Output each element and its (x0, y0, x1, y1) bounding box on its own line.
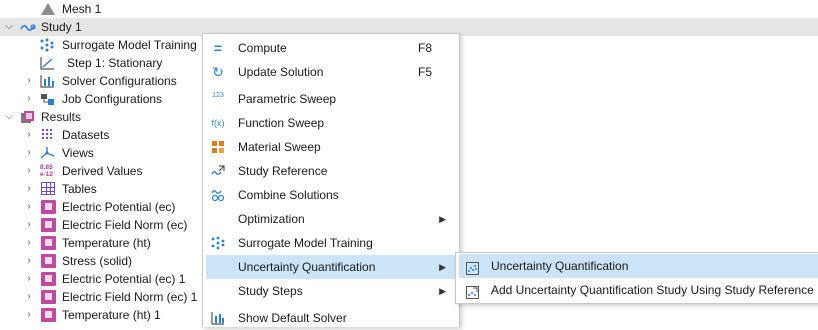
chevron-right-icon[interactable]: › (24, 198, 34, 216)
tree-item-label: Job Configurations (62, 92, 163, 106)
menu-item-surrogate-model-training[interactable]: Surrogate Model Training (206, 231, 456, 255)
tree-item-label: Study 1 (41, 20, 82, 34)
add-uq-icon (466, 283, 479, 299)
plot-group-icon (41, 200, 56, 214)
tree-item-label: Electric Potential (ec) (62, 200, 176, 214)
submenu-item-label: Add Uncertainty Quantification Study Usi… (491, 283, 814, 297)
combine-solutions-icon (211, 188, 225, 202)
menu-item-label: Combine Solutions (238, 188, 339, 202)
plot-group-icon (41, 272, 56, 286)
menu-item-label: Show Default Solver (238, 311, 347, 325)
menu-item-label: Uncertainty Quantification (238, 260, 376, 274)
chevron-right-icon[interactable]: › (24, 72, 34, 90)
uq-icon (466, 259, 479, 275)
submenu-arrow-icon: ▶ (439, 262, 446, 272)
tree-item-label: Electric Field Norm (ec) 1 (62, 290, 198, 304)
surrogate-icon (211, 236, 225, 250)
tree-item-label: Tables (62, 182, 97, 196)
submenu-item-label: Uncertainty Quantification (491, 259, 629, 273)
menu-item-label: Study Reference (238, 164, 328, 178)
menu-item-label: Compute (238, 41, 287, 55)
views-icon (40, 146, 55, 160)
menu-item-label: Function Sweep (238, 116, 325, 130)
parametric-sweep-icon: 123 (212, 92, 224, 99)
menu-item-show-default-solver[interactable]: Show Default Solver (206, 306, 456, 330)
tree-item-label: Electric Field Norm (ec) (62, 218, 188, 232)
update-icon: ↻ (212, 64, 224, 80)
menu-item-uncertainty-quantification[interactable]: Uncertainty Quantification ▶ (206, 255, 456, 279)
mesh-icon (41, 3, 55, 15)
datasets-icon (41, 128, 54, 141)
compute-icon: = (213, 40, 223, 56)
shortcut-label: F5 (417, 65, 432, 79)
menu-item-update-solution[interactable]: ↻ Update Solution F5 (206, 60, 456, 84)
job-icon (40, 92, 55, 106)
tree-item-label: Step 1: Stationary (67, 56, 163, 70)
stationary-step-icon (40, 56, 55, 70)
menu-item-compute[interactable]: = Compute F8 (206, 36, 456, 60)
chevron-right-icon[interactable]: › (24, 234, 34, 252)
plot-group-icon (41, 218, 56, 232)
chevron-right-icon[interactable]: › (24, 252, 34, 270)
tree-item-label: Temperature (ht) (62, 236, 151, 250)
chevron-right-icon[interactable]: › (24, 288, 34, 306)
menu-item-label: Material Sweep (238, 140, 321, 154)
solver-icon (40, 74, 55, 88)
plot-group-icon (41, 290, 56, 304)
chevron-right-icon[interactable]: › (24, 180, 34, 198)
menu-item-function-sweep[interactable]: f(x) Function Sweep (206, 111, 456, 135)
shortcut-label: F8 (417, 41, 432, 55)
menu-item-study-steps[interactable]: Study Steps ▶ (206, 279, 456, 303)
tree-item-label: Derived Values (62, 164, 143, 178)
menu-item-label: Study Steps (238, 284, 303, 298)
study-icon (20, 20, 36, 34)
chevron-right-icon[interactable]: › (24, 270, 34, 288)
plot-group-icon (41, 236, 56, 250)
submenu-item-add-uq-study[interactable]: Add Uncertainty Quantification Study Usi… (459, 278, 818, 302)
chevron-right-icon[interactable]: › (24, 126, 34, 144)
submenu-arrow-icon: ▶ (439, 214, 446, 224)
plot-group-icon (41, 308, 56, 322)
results-icon (20, 110, 35, 124)
submenu-arrow-icon: ▶ (439, 286, 446, 296)
menu-item-label: Update Solution (238, 65, 324, 79)
menu-item-label: Optimization (238, 212, 305, 226)
context-menu: = Compute F8 ↻ Update Solution F5 123 Pa… (202, 33, 460, 327)
table-icon (41, 182, 55, 195)
material-sweep-icon (211, 140, 225, 154)
function-sweep-icon: f(x) (211, 118, 225, 128)
surrogate-icon (40, 38, 55, 52)
uq-submenu: Uncertainty Quantification Add Uncertain… (455, 252, 818, 304)
chevron-right-icon[interactable]: › (24, 90, 34, 108)
chevron-down-icon[interactable]: ⌵ (4, 18, 14, 36)
solver-icon (211, 311, 225, 325)
tree-item-label: Mesh 1 (62, 2, 102, 16)
chevron-right-icon[interactable]: › (24, 144, 34, 162)
chevron-right-icon[interactable]: › (24, 162, 34, 180)
menu-item-material-sweep[interactable]: Material Sweep (206, 135, 456, 159)
menu-item-combine-solutions[interactable]: Combine Solutions (206, 183, 456, 207)
tree-item-label: Temperature (ht) 1 (62, 308, 161, 322)
chevron-right-icon[interactable]: › (24, 216, 34, 234)
derived-values-icon: 8.85 e-12 (40, 164, 54, 178)
tree-item-label: Views (62, 146, 94, 160)
plot-group-icon (41, 254, 56, 268)
submenu-item-uncertainty-quantification[interactable]: Uncertainty Quantification (459, 254, 818, 278)
menu-item-parametric-sweep[interactable]: 123 Parametric Sweep (206, 87, 456, 111)
tree-item-label: Surrogate Model Training (62, 38, 197, 52)
tree-item-mesh[interactable]: Mesh 1 (0, 0, 818, 18)
menu-item-optimization[interactable]: Optimization ▶ (206, 207, 456, 231)
chevron-right-icon[interactable]: › (24, 306, 34, 324)
menu-item-label: Parametric Sweep (238, 92, 337, 106)
tree-item-label: Stress (solid) (62, 254, 133, 268)
menu-item-label: Surrogate Model Training (238, 236, 373, 250)
tree-item-label: Datasets (62, 128, 110, 142)
chevron-down-icon[interactable]: ⌵ (4, 108, 14, 126)
tree-item-label: Results (41, 110, 82, 124)
menu-item-study-reference[interactable]: Study Reference (206, 159, 456, 183)
tree-item-label: Electric Potential (ec) 1 (62, 272, 186, 286)
tree-item-label: Solver Configurations (62, 74, 177, 88)
study-reference-icon (211, 164, 225, 178)
